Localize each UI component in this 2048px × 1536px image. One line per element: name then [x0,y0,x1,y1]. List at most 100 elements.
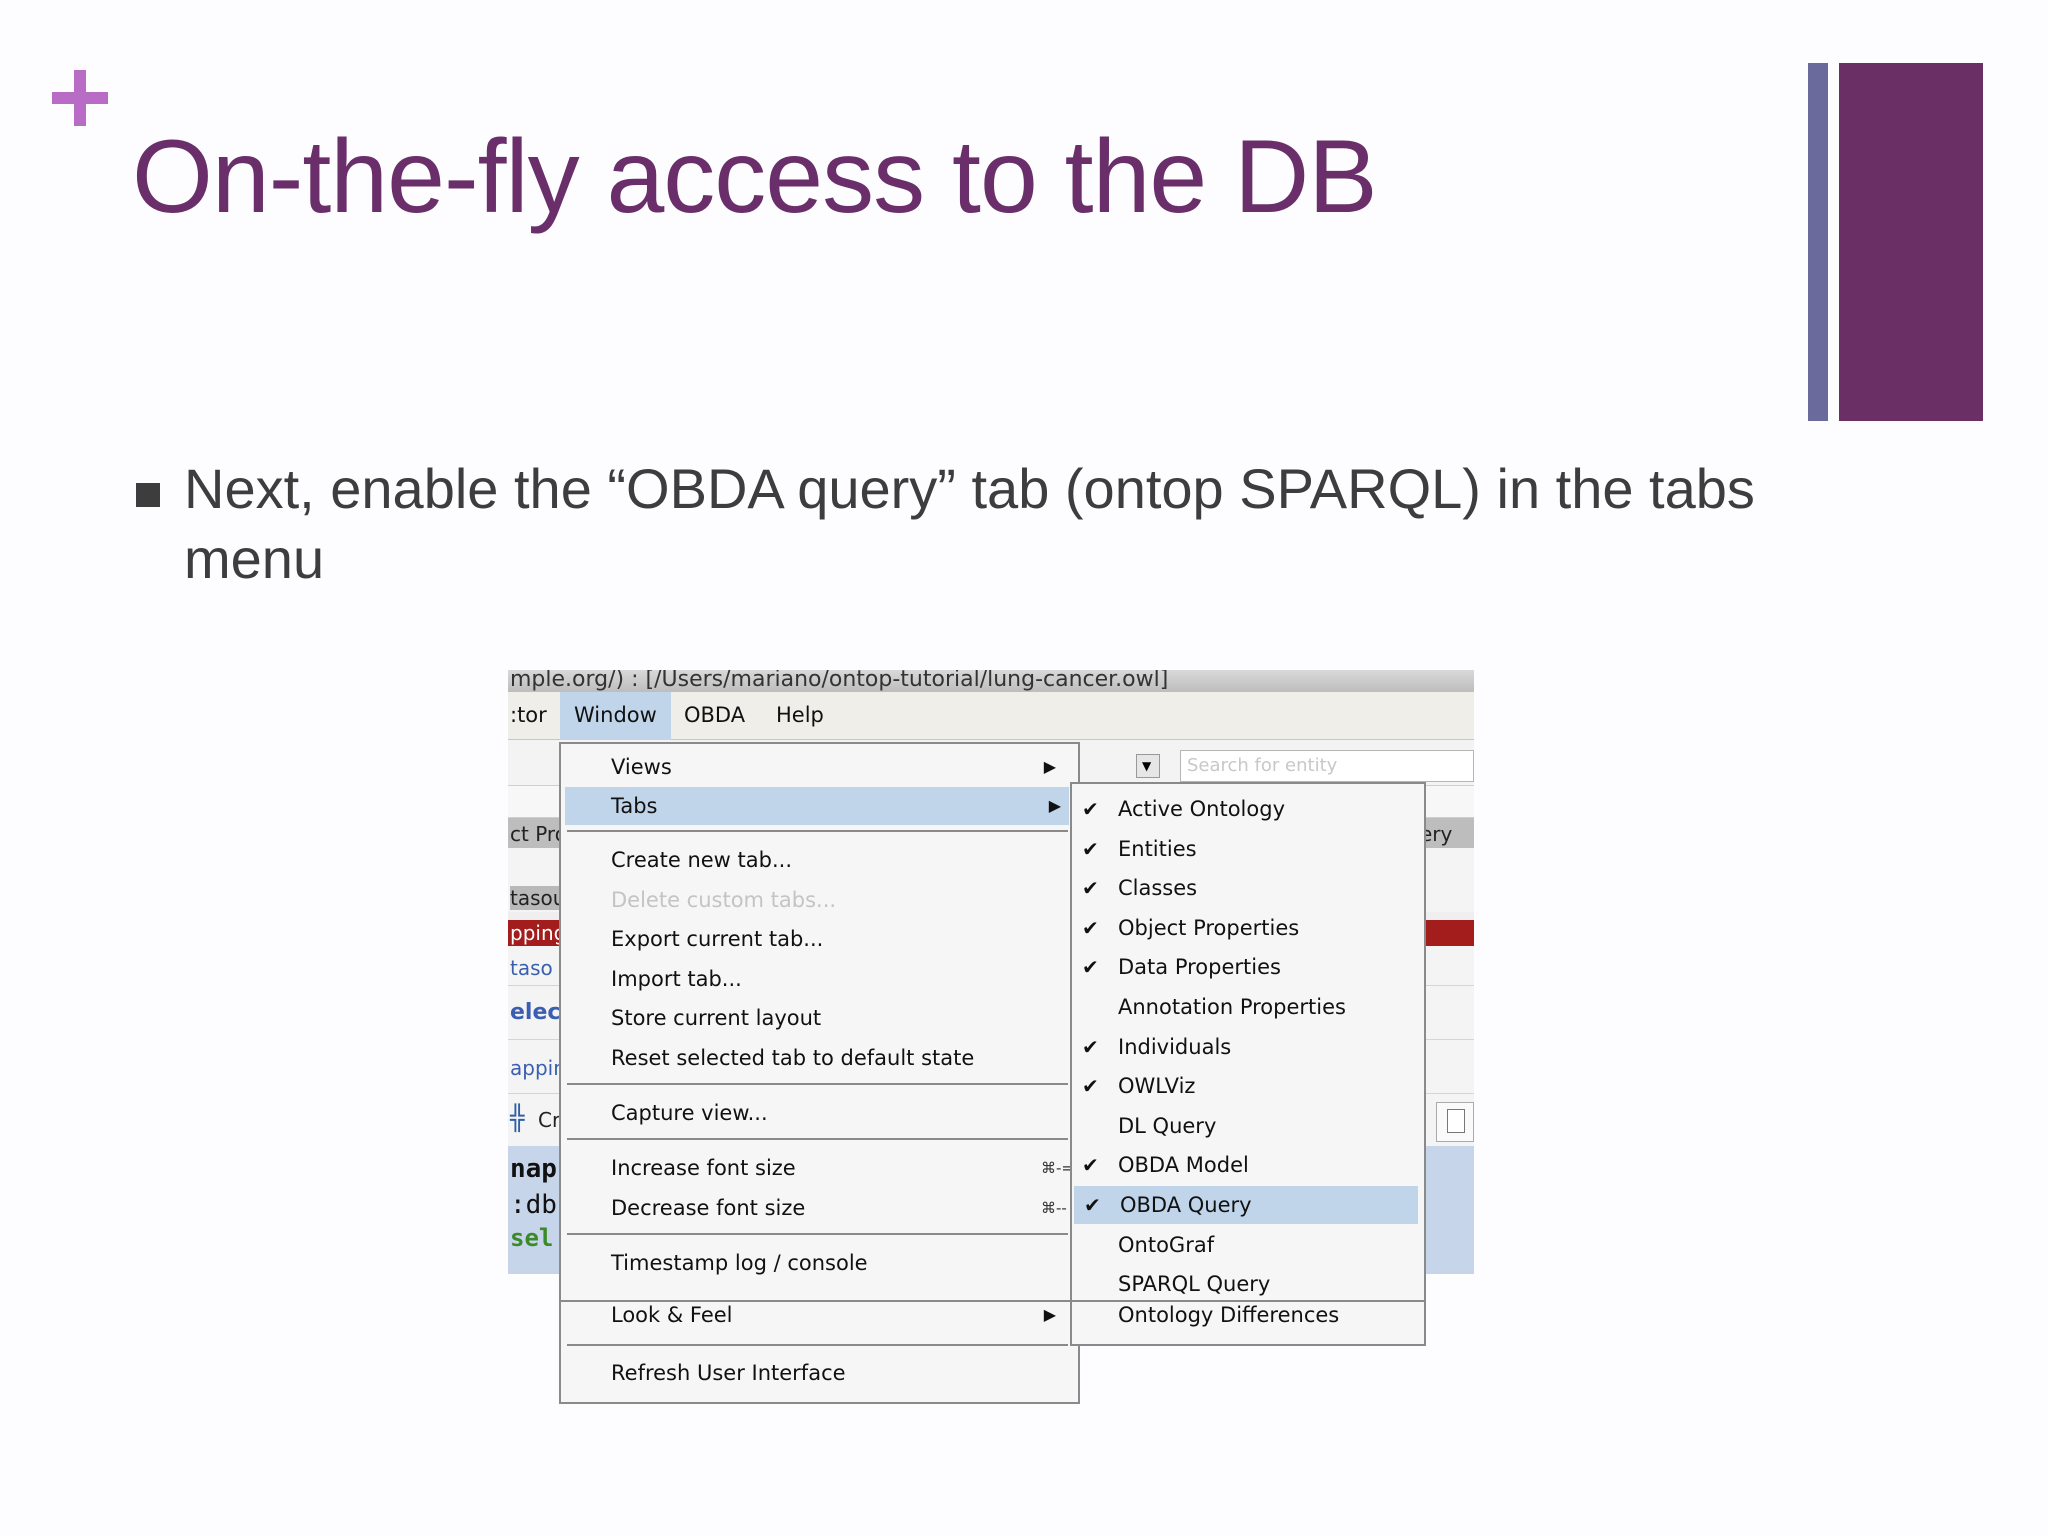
menu-item-label: Refresh User Interface [611,1361,846,1385]
tabs-submenu-lower: Ontology Differences [1070,1302,1426,1346]
checkmark-icon: ✔ [1084,1193,1101,1217]
add-mapping-icon[interactable]: ╬ [510,1106,530,1130]
tab-option-active-ontology[interactable]: ✔ Active Ontology [1072,790,1424,828]
document-button[interactable] [1436,1102,1474,1142]
menu-item-look-and-feel[interactable]: Look & Feel ▶ [561,1296,1078,1334]
dropdown-button[interactable]: ▼ [1136,754,1160,778]
window-titlebar: mple.org/) : [/Users/mariano/ontop-tutor… [508,670,1474,692]
menu-separator [567,1083,1068,1085]
menu-window[interactable]: Window [560,692,671,740]
decorative-bar-thick [1839,63,1983,421]
search-input[interactable]: Search for entity [1180,750,1474,782]
menu-item-label: Store current layout [611,1006,822,1030]
tab-option-label: Data Properties [1118,955,1281,980]
menu-separator [567,1233,1068,1235]
checkmark-icon: ✔ [1082,1074,1099,1099]
checkmark-icon: ✔ [1082,797,1099,821]
menu-item-refresh-user-interface[interactable]: Refresh User Interface [561,1354,1078,1392]
menu-editor-fragment[interactable]: :tor [508,692,561,740]
menu-item-tabs[interactable]: Tabs ▶ [565,787,1069,825]
menu-item-label: Increase font size [611,1156,796,1180]
bullet-text: Next, enable the “OBDA query” tab (ontop… [184,457,1755,590]
tab-option-label: Active Ontology [1118,797,1285,821]
menu-item-decrease-font-size[interactable]: Decrease font size ⌘-- [561,1189,1078,1227]
tab-option-label: OBDA Model [1118,1153,1249,1178]
menu-separator [567,1344,1068,1346]
tabs-submenu: ✔ Active Ontology ✔ Entities ✔ Classes ✔ Object… [1070,782,1426,1302]
checkmark-icon: ✔ [1082,955,1099,980]
datasource-fragment: tasou [510,886,566,910]
slide-title: On-the-fly access to the DB [132,119,1378,235]
menu-item-increase-font-size[interactable]: Increase font size ⌘-= [561,1149,1078,1187]
menu-item-label: Views [611,755,672,779]
menu-item-create-new-tab[interactable]: Create new tab... [561,841,1078,879]
checkmark-icon: ✔ [1082,915,1099,940]
db-fragment: :db [510,1190,557,1220]
tab-option-label: OntoGraf [1118,1232,1215,1257]
menu-item-label: Look & Feel [611,1303,733,1327]
menu-item-label: Create new tab... [611,848,792,872]
menu-item-label: Tabs [611,794,658,818]
menu-item-label: Export current tab... [611,927,824,951]
tab-option-entities[interactable]: ✔ Entities [1072,830,1424,868]
plus-icon [52,70,108,126]
create-fragment[interactable]: Cr [538,1108,560,1132]
tab-option-owlviz[interactable]: ✔ OWLViz [1072,1067,1424,1105]
submenu-arrow-icon: ▶ [1043,757,1056,776]
slide: On-the-fly access to the DB Next, enable… [0,0,2048,1536]
tab-option-label: OBDA Query [1120,1193,1252,1217]
tab-option-label: Entities [1118,836,1197,861]
menu-item-store-current-layout[interactable]: Store current layout [561,999,1078,1037]
tab-option-label: Ontology Differences [1118,1303,1340,1327]
menu-item-export-current-tab[interactable]: Export current tab... [561,920,1078,958]
submenu-arrow-icon: ▶ [1043,1305,1056,1324]
mapping-fragment: pping [510,921,567,945]
tab-option-data-properties[interactable]: ✔ Data Properties [1072,948,1424,986]
menu-item-label: Timestamp log / console [611,1251,868,1275]
shortcut-label: ⌘-- [1041,1199,1067,1217]
menu-item-reset-selected-tab[interactable]: Reset selected tab to default state [561,1039,1078,1077]
window-menu-lower: Look & Feel ▶ Refresh User Interface [559,1302,1080,1404]
checkmark-icon: ✔ [1082,836,1099,861]
tab-option-label: Annotation Properties [1118,995,1346,1019]
tab-option-label: OWLViz [1118,1074,1196,1099]
chevron-down-icon: ▼ [1142,759,1152,773]
menu-item-capture-view[interactable]: Capture view... [561,1094,1078,1132]
mapping-fragment-2: appin [510,1056,566,1080]
submenu-arrow-icon: ▶ [1048,796,1061,815]
tab-option-annotation-properties[interactable]: Annotation Properties [1072,988,1424,1026]
menu-obda[interactable]: OBDA [670,692,759,740]
checkmark-icon: ✔ [1082,1153,1099,1178]
tab-option-label: Object Properties [1118,915,1300,940]
menu-item-delete-custom-tabs: Delete custom tabs... [561,881,1078,919]
menu-item-label: Delete custom tabs... [611,888,837,912]
menu-item-views[interactable]: Views ▶ [561,748,1078,786]
menu-item-label: Decrease font size [611,1196,806,1220]
tab-option-classes[interactable]: ✔ Classes [1072,869,1424,907]
tab-option-ontograf[interactable]: OntoGraf [1072,1226,1424,1264]
sel-fragment: sel [510,1224,554,1252]
menu-item-label: Capture view... [611,1101,768,1125]
menu-item-timestamp-log[interactable]: Timestamp log / console [561,1244,1078,1282]
tab-option-ontology-differences[interactable]: Ontology Differences [1072,1296,1424,1334]
tab-option-individuals[interactable]: ✔ Individuals [1072,1028,1424,1066]
document-icon [1447,1109,1465,1133]
menu-separator [567,830,1068,832]
menu-item-label: Import tab... [611,967,742,991]
menu-separator [567,1138,1068,1140]
tab-option-label: DL Query [1118,1113,1217,1138]
tab-option-obda-query[interactable]: ✔ OBDA Query [1074,1186,1418,1224]
tab-option-obda-model[interactable]: ✔ OBDA Model [1072,1146,1424,1184]
tab-option-label: Classes [1118,876,1198,901]
checkmark-icon: ✔ [1082,876,1099,901]
checkmark-icon: ✔ [1082,1034,1099,1059]
menu-help[interactable]: Help [762,692,838,740]
window-menu: Views ▶ Tabs ▶ Create new tab... Delete … [559,742,1080,1302]
tab-option-object-properties[interactable]: ✔ Object Properties [1072,909,1424,947]
menu-item-label: Reset selected tab to default state [611,1046,975,1070]
protege-screenshot: mple.org/) : [/Users/mariano/ontop-tutor… [508,670,1474,1302]
tab-option-label: Individuals [1118,1034,1232,1059]
decorative-bar-thin [1808,63,1828,421]
menu-item-import-tab[interactable]: Import tab... [561,960,1078,998]
tab-option-dl-query[interactable]: DL Query [1072,1107,1424,1145]
